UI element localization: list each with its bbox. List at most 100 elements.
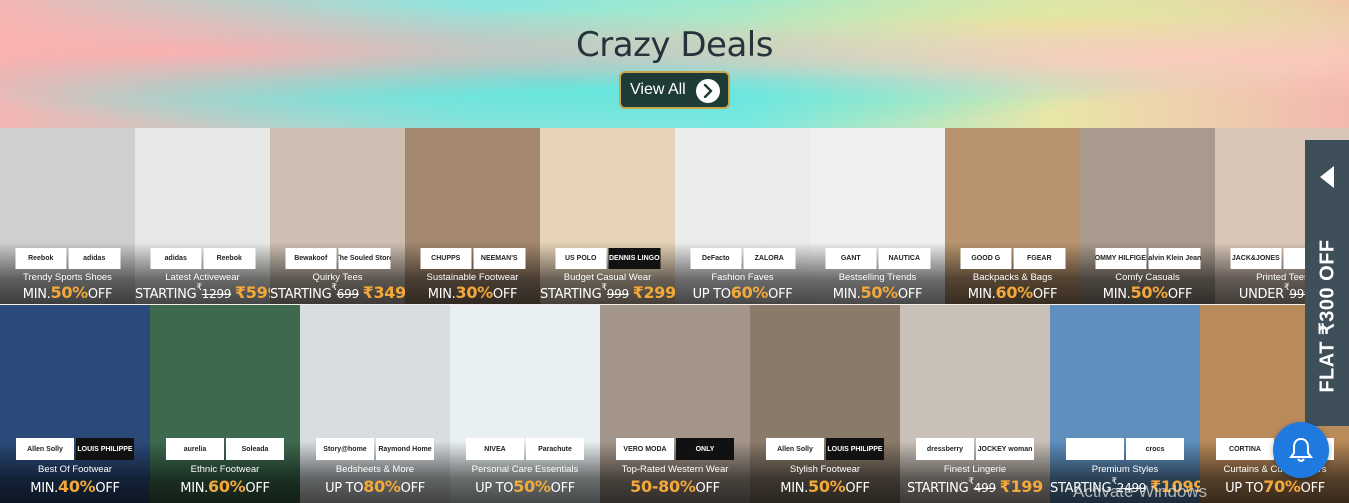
flat-offer-side-tab[interactable]: FLAT ₹300 OFF <box>1305 140 1349 426</box>
deal-offer: UP TO70%OFF <box>1200 477 1349 496</box>
deal-tile[interactable]: Reebok adidas Trendy Sports Shoes MIN.50%OF… <box>0 128 135 304</box>
deal-category: Stylish Footwear <box>789 464 861 475</box>
brand-logo: US POLO <box>555 248 607 269</box>
brand-logos: crocs <box>1066 438 1184 460</box>
deal-category: Bedsheets & More <box>335 464 415 475</box>
deal-tile[interactable]: TOMMY HILFIGERCalvin Klein Jeans Comfy Ca… <box>1080 128 1215 304</box>
brand-logo: LOUIS PHILIPPE <box>76 438 134 460</box>
deal-offer: MIN.60%OFF <box>150 477 300 496</box>
brand-logo: LOUIS PHILIPPE <box>826 438 884 460</box>
brand-logo: aurelia <box>166 438 224 460</box>
brand-logos: NIVEA Parachute <box>466 438 584 460</box>
brand-logos: DeFacto ZALORA <box>690 248 795 269</box>
original-price: 699 <box>336 287 359 301</box>
brand-logo: Allen Solly <box>766 438 824 460</box>
offer-highlight: 60% <box>208 477 246 496</box>
brand-logo: Story@home <box>316 438 374 460</box>
brand-logo: ONLY <box>676 438 734 460</box>
deal-tile[interactable]: dressberry JOCKEY woman Finest Lingerie STA… <box>900 305 1050 503</box>
deal-offer: 50-80%OFF <box>600 477 750 496</box>
deal-offer: UP TO50%OFF <box>450 477 600 496</box>
deal-offer: MIN.50%OFF <box>750 477 900 496</box>
brand-logo: Parachute <box>526 438 584 460</box>
deal-category: Top-Rated Western Wear <box>621 464 729 475</box>
offer-highlight: 60% <box>730 283 769 302</box>
deal-category: Trendy Sports Shoes <box>23 272 112 283</box>
deal-tile[interactable]: adidas Reebok Latest Activewear STARTING₹12… <box>135 128 270 304</box>
deal-tile[interactable]: crocs Premium Styles STARTING₹2499 ₹1099 <box>1050 305 1200 503</box>
offer-highlight: 50-80% <box>630 477 696 496</box>
deal-tile[interactable]: NIVEA Parachute Personal Care Essentials UP… <box>450 305 600 503</box>
deal-tile[interactable]: Story@home Raymond Home Bedsheets & More UP… <box>300 305 450 503</box>
offer-prefix: UP TO <box>692 287 731 302</box>
offer-prefix: MIN. <box>427 287 456 302</box>
brand-logo: CORTINA <box>1216 438 1274 460</box>
deal-offer: STARTING₹699 ₹349 <box>270 283 405 302</box>
offer-suffix: OFF <box>245 481 270 496</box>
offer-prefix: MIN. <box>1102 287 1131 302</box>
offer-highlight: 50% <box>1130 283 1169 302</box>
brand-logos: Allen Solly LOUIS PHILIPPE <box>16 438 134 460</box>
brand-logo: Soleada <box>226 438 284 460</box>
brand-logos: GOOD G FGEAR <box>960 248 1065 269</box>
deals-row-1: Reebok adidas Trendy Sports Shoes MIN.50%OF… <box>0 128 1349 304</box>
brand-logo: FGEAR <box>1013 248 1065 269</box>
brand-logos: Story@home Raymond Home <box>316 438 434 460</box>
deal-offer: MIN.60%OFF <box>945 283 1080 302</box>
deal-offer: MIN.30%OFF <box>405 283 540 302</box>
brand-logo: Bewakoof <box>285 248 337 269</box>
brand-logos: Allen Solly LOUIS PHILIPPE <box>766 438 884 460</box>
brand-logo: GOOD G <box>960 248 1012 269</box>
offer-prefix: UP TO <box>475 481 514 496</box>
offer-prefix: MIN. <box>30 481 58 496</box>
deal-category: Quirky Tees <box>312 272 363 283</box>
bell-icon <box>1289 437 1313 462</box>
offer-suffix: OFF <box>768 287 793 302</box>
offer-highlight: 80% <box>363 477 401 496</box>
deal-offer: MIN.50%OFF <box>1080 283 1215 302</box>
deal-tile[interactable]: GOOD G FGEAR Backpacks & Bags MIN.60%OFF <box>945 128 1080 304</box>
deal-tile[interactable]: GANT NAUTICA Bestselling Trends MIN.50%OFF <box>810 128 945 304</box>
deal-category: Premium Styles <box>1091 464 1159 475</box>
brand-logo: The Souled Store <box>338 248 390 269</box>
brand-logos: adidas Reebok <box>150 248 255 269</box>
brand-logos: aurelia Soleada <box>166 438 284 460</box>
deal-tile[interactable]: VERO MODA ONLY Top-Rated Western Wear 50-80… <box>600 305 750 503</box>
deal-tile[interactable]: BewakoofThe Souled Store Quirky TeesSTART… <box>270 128 405 304</box>
offer-prefix: MIN. <box>832 287 861 302</box>
deal-category: Bestselling Trends <box>838 272 917 283</box>
offer-prefix: STARTING <box>135 287 197 302</box>
brand-logo: DENNIS LINGO <box>608 248 660 269</box>
deal-tile[interactable]: Allen Solly LOUIS PHILIPPE Stylish Footwea… <box>750 305 900 503</box>
offer-suffix: OFF <box>845 481 870 496</box>
view-all-button[interactable]: View All <box>619 71 730 109</box>
original-price: 999 <box>606 287 629 301</box>
deal-offer: UP TO60%OFF <box>675 283 810 302</box>
chevron-right-icon <box>696 79 720 103</box>
caret-left-icon <box>1320 166 1334 188</box>
brand-logo: GANT <box>825 248 877 269</box>
offer-prefix: UP TO <box>325 481 364 496</box>
deal-tile[interactable]: CHUPPS NEEMAN'S Sustainable Footwear MIN.30… <box>405 128 540 304</box>
brand-logo: NEEMAN'S <box>473 248 525 269</box>
deal-tile[interactable]: US POLO DENNIS LINGO Budget Casual Wear STA… <box>540 128 675 304</box>
brand-logo: CHUPPS <box>420 248 472 269</box>
offer-highlight: 60% <box>995 283 1034 302</box>
deal-category: Sustainable Footwear <box>426 272 519 283</box>
offer-suffix: OFF <box>897 287 923 302</box>
offer-highlight: 30% <box>455 283 494 302</box>
activate-windows-watermark: Activate Windows <box>1073 482 1208 501</box>
support-bell-button[interactable] <box>1273 422 1329 478</box>
offer-prefix: MIN. <box>780 481 808 496</box>
offer-highlight: ₹599 <box>234 283 270 302</box>
offer-suffix: OFF <box>1032 287 1058 302</box>
brand-logos: CHUPPS NEEMAN'S <box>420 248 525 269</box>
offer-prefix: STARTING <box>907 481 969 496</box>
deal-category: Personal Care Essentials <box>471 464 579 475</box>
brand-logos: VERO MODA ONLY <box>616 438 734 460</box>
deal-offer: MIN.50%OFF <box>0 283 135 302</box>
deal-tile[interactable]: DeFacto ZALORA Fashion Faves UP TO60%OFF <box>675 128 810 304</box>
original-price: 499 <box>973 481 996 495</box>
deal-tile[interactable]: Allen Solly LOUIS PHILIPPE Best Of Footwea… <box>0 305 150 503</box>
deal-tile[interactable]: aurelia Soleada Ethnic Footwear MIN.60%OFF <box>150 305 300 503</box>
